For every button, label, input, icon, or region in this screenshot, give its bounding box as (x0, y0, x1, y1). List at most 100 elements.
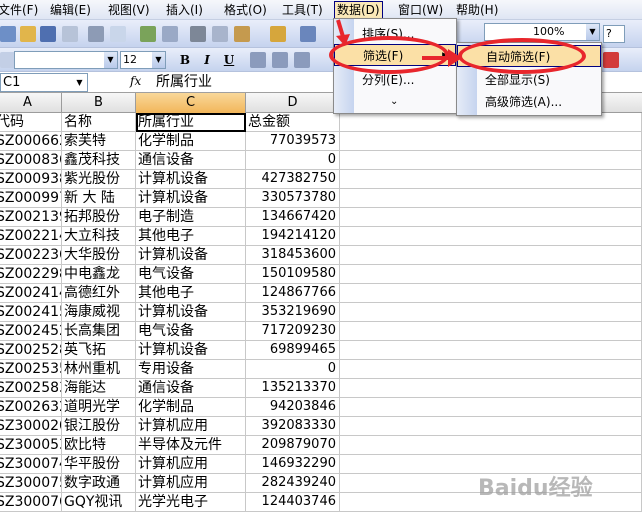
column-header-b[interactable]: B (62, 93, 136, 113)
new-icon[interactable] (0, 26, 16, 42)
table-cell[interactable]: 新 大 陆 (62, 189, 136, 208)
help-icon[interactable]: ? (603, 25, 625, 43)
table-cell[interactable]: 索芙特 (62, 132, 136, 151)
table-cell[interactable] (340, 417, 642, 436)
fx-icon[interactable]: fx (130, 74, 141, 88)
table-cell[interactable] (340, 322, 642, 341)
table-cell[interactable]: 146932290 (246, 455, 340, 474)
table-cell[interactable]: 通信设备 (136, 151, 246, 170)
table-cell[interactable]: 209879070 (246, 436, 340, 455)
table-cell[interactable]: 紫光股份 (62, 170, 136, 189)
chevron-down-icon[interactable]: ▼ (152, 52, 165, 68)
formula-input[interactable]: 所属行业 (156, 73, 212, 92)
table-cell[interactable]: 电气设备 (136, 322, 246, 341)
menu-item-advanced-filter[interactable]: 高级筛选(A)... (457, 91, 601, 113)
table-cell[interactable]: 69899465 (246, 341, 340, 360)
table-cell[interactable]: 大立科技 (62, 227, 136, 246)
table-cell[interactable]: 总金额 (246, 113, 340, 132)
table-cell[interactable] (340, 398, 642, 417)
table-cell[interactable]: 其他电子 (136, 284, 246, 303)
table-cell[interactable]: SZ002214 (0, 227, 62, 246)
align-left-icon[interactable] (250, 52, 266, 68)
table-cell[interactable] (340, 132, 642, 151)
table-cell[interactable]: 计算机设备 (136, 341, 246, 360)
align-center-icon[interactable] (272, 52, 288, 68)
expand-menu-icon[interactable]: ⌄ (334, 91, 456, 113)
table-cell[interactable]: 鑫茂科技 (62, 151, 136, 170)
format-painter-icon[interactable] (270, 26, 286, 42)
table-cell[interactable]: SZ300074 (0, 455, 62, 474)
table-cell[interactable] (340, 151, 642, 170)
table-cell[interactable]: SZ002139 (0, 208, 62, 227)
table-cell[interactable]: SZ002298 (0, 265, 62, 284)
table-cell[interactable]: 欧比特 (62, 436, 136, 455)
table-cell[interactable]: 代码 (0, 113, 62, 132)
permission-icon[interactable] (62, 26, 78, 42)
chevron-down-icon[interactable]: ▼ (104, 52, 117, 68)
table-cell[interactable] (340, 189, 642, 208)
table-cell[interactable]: 427382750 (246, 170, 340, 189)
table-cell[interactable]: SZ002528 (0, 341, 62, 360)
bold-button[interactable]: B (176, 52, 194, 68)
open-icon[interactable] (20, 26, 36, 42)
table-cell[interactable]: 0 (246, 151, 340, 170)
table-cell[interactable]: SZ002415 (0, 303, 62, 322)
table-cell[interactable]: 道明光学 (62, 398, 136, 417)
table-cell[interactable]: 392083330 (246, 417, 340, 436)
table-cell[interactable]: 计算机设备 (136, 246, 246, 265)
research-icon[interactable] (162, 26, 178, 42)
table-cell[interactable]: SZ300076 (0, 493, 62, 512)
table-cell[interactable]: 中电鑫龙 (62, 265, 136, 284)
table-cell[interactable]: 77039573 (246, 132, 340, 151)
table-cell[interactable]: 282439240 (246, 474, 340, 493)
table-cell[interactable]: GQY视讯 (62, 493, 136, 512)
table-cell[interactable]: 计算机应用 (136, 474, 246, 493)
table-cell[interactable]: 124403746 (246, 493, 340, 512)
table-cell[interactable] (340, 170, 642, 189)
table-cell[interactable]: 717209230 (246, 322, 340, 341)
table-cell[interactable]: SZ300053 (0, 436, 62, 455)
table-cell[interactable]: 专用设备 (136, 360, 246, 379)
table-cell[interactable]: 光学光电子 (136, 493, 246, 512)
table-cell[interactable]: 英飞拓 (62, 341, 136, 360)
table-cell[interactable]: 电气设备 (136, 265, 246, 284)
table-cell[interactable]: SZ002236 (0, 246, 62, 265)
chevron-down-icon[interactable]: ▼ (586, 24, 599, 40)
chevron-down-icon[interactable]: ▼ (73, 75, 86, 90)
save-icon[interactable] (40, 26, 56, 42)
table-cell[interactable]: 计算机应用 (136, 455, 246, 474)
table-cell[interactable]: 318453600 (246, 246, 340, 265)
column-header-c[interactable]: C (136, 93, 246, 113)
underline-button[interactable]: U (220, 52, 238, 68)
table-cell[interactable]: 其他电子 (136, 227, 246, 246)
table-cell[interactable]: 半导体及元件 (136, 436, 246, 455)
print-preview-icon[interactable] (110, 26, 126, 42)
table-cell[interactable] (340, 379, 642, 398)
table-cell[interactable]: 330573780 (246, 189, 340, 208)
font-name-combo[interactable]: ▼ (14, 51, 118, 69)
font-color-icon[interactable] (603, 52, 619, 68)
table-cell[interactable]: 长高集团 (62, 322, 136, 341)
menu-format[interactable]: 格式(O) (224, 2, 267, 18)
table-cell[interactable]: 135213370 (246, 379, 340, 398)
table-cell[interactable]: SZ002414 (0, 284, 62, 303)
table-cell[interactable]: 化学制品 (136, 398, 246, 417)
table-cell[interactable]: 94203846 (246, 398, 340, 417)
table-cell[interactable] (340, 436, 642, 455)
table-cell[interactable]: SZ002452 (0, 322, 62, 341)
table-cell[interactable]: SZ002535 (0, 360, 62, 379)
table-cell[interactable] (340, 341, 642, 360)
table-cell[interactable]: SZ002583 (0, 379, 62, 398)
table-cell[interactable]: SZ300020 (0, 417, 62, 436)
print-icon[interactable] (88, 26, 104, 42)
menu-file[interactable]: 文件(F) (0, 2, 38, 18)
menu-window[interactable]: 窗口(W) (398, 2, 443, 18)
cut-icon[interactable] (190, 26, 206, 42)
table-cell[interactable] (340, 227, 642, 246)
menu-edit[interactable]: 编辑(E) (50, 2, 91, 18)
table-cell[interactable]: 0 (246, 360, 340, 379)
table-cell[interactable]: 名称 (62, 113, 136, 132)
table-cell[interactable]: 计算机设备 (136, 189, 246, 208)
table-cell[interactable]: 大华股份 (62, 246, 136, 265)
table-cell[interactable]: 计算机设备 (136, 170, 246, 189)
